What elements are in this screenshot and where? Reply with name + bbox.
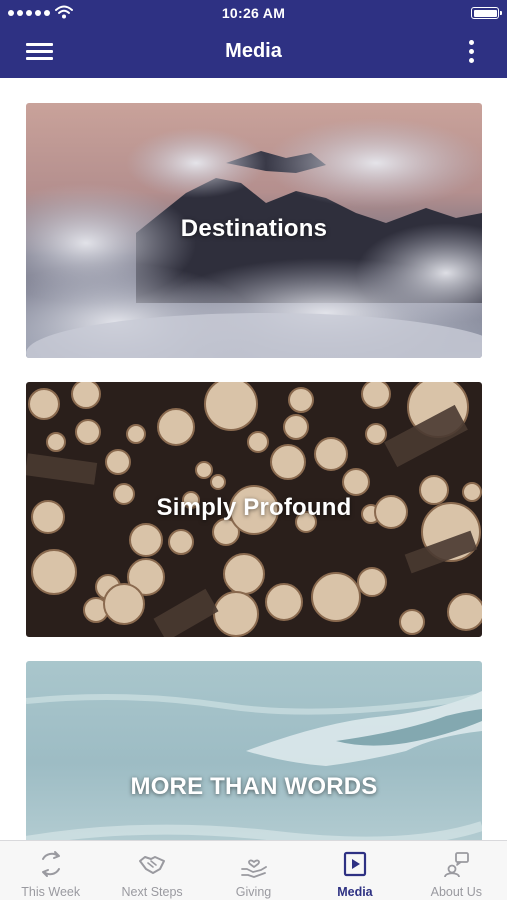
status-time: 10:26 AM [221, 5, 286, 21]
media-list: Destinations Simply Profound MORE THAN W… [0, 78, 507, 840]
tab-media[interactable]: Media [304, 841, 405, 900]
tab-bar: This Week Next Steps Giving Media About … [0, 840, 507, 900]
ocean-waves-image [26, 661, 482, 840]
about-icon [444, 852, 470, 878]
media-card-more-than-words[interactable]: MORE THAN WORDS [26, 661, 482, 840]
status-bar: 10:26 AM [0, 0, 507, 27]
card-title: MORE THAN WORDS [130, 773, 378, 800]
tab-giving[interactable]: Giving [203, 841, 304, 900]
tab-about-us[interactable]: About Us [406, 841, 507, 900]
card-title: Destinations [180, 215, 328, 242]
handshake-icon [139, 856, 166, 874]
tab-this-week[interactable]: This Week [0, 841, 101, 900]
nav-bar: Media [0, 27, 507, 78]
more-options-icon[interactable] [467, 39, 475, 65]
media-card-destinations[interactable]: Destinations [26, 103, 482, 358]
refresh-icon [41, 851, 60, 877]
tab-label: Next Steps [121, 885, 183, 899]
tab-label: About Us [430, 885, 483, 899]
card-title: Simply Profound [156, 494, 352, 521]
tab-label: This Week [21, 885, 81, 899]
tab-label: Media [337, 885, 373, 899]
tab-next-steps[interactable]: Next Steps [101, 841, 202, 900]
battery-icon [471, 7, 502, 19]
play-icon [343, 851, 367, 877]
giving-hand-icon [240, 859, 267, 878]
page-title: Media [225, 40, 282, 62]
media-card-simply-profound[interactable]: Simply Profound [26, 382, 482, 637]
tab-label: Giving [235, 885, 272, 899]
